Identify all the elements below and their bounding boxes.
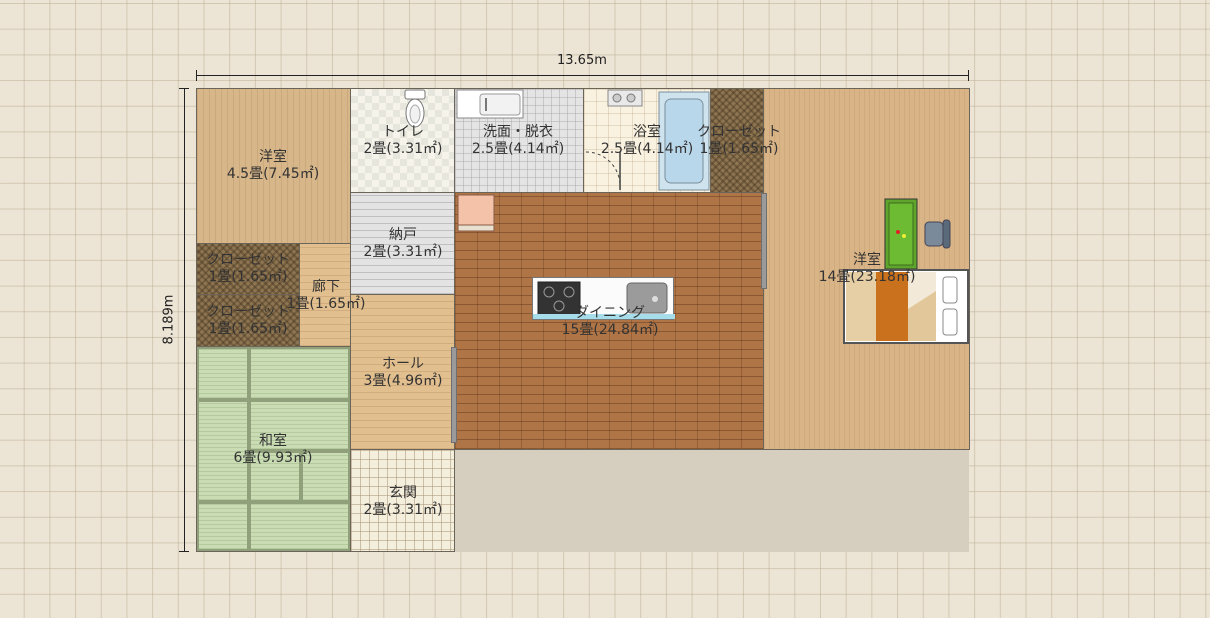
room-name: 和室 <box>258 433 287 449</box>
room-name: ホール <box>381 356 424 372</box>
label-closet-1: クローゼット 1畳(1.65㎡) <box>206 252 290 286</box>
room-size: 2畳(3.31㎡) <box>363 244 443 260</box>
room-size: 1畳(1.65㎡) <box>208 321 288 337</box>
room-size: 3畳(4.96㎡) <box>363 373 443 389</box>
room-name: 洋室 <box>259 149 287 165</box>
room-size: 2.5畳(4.14㎡) <box>600 141 694 157</box>
tatami-mat <box>197 502 249 551</box>
room-name: 洋室 <box>852 252 881 268</box>
tatami-mat <box>249 502 350 551</box>
tatami-mat <box>249 347 350 400</box>
room-size: 1畳(1.65㎡) <box>286 296 366 312</box>
room-name: 洗面・脱衣 <box>483 124 553 140</box>
label-hall: ホール 3畳(4.96㎡) <box>363 356 442 390</box>
label-toilet: トイレ 2畳(3.31㎡) <box>363 124 442 158</box>
door-hall[interactable] <box>451 347 457 443</box>
sink-icon <box>456 89 524 119</box>
room-name: トイレ <box>381 124 424 140</box>
label-storage: 納戸 2畳(3.31㎡) <box>363 227 442 261</box>
room-size: 1畳(1.65㎡) <box>699 141 779 157</box>
door-western-east[interactable] <box>761 193 767 289</box>
label-dining: ダイニング 15畳(24.84㎡) <box>562 305 659 339</box>
chair-icon <box>924 219 951 249</box>
label-corridor: 廊下 1畳(1.65㎡) <box>286 279 365 313</box>
room-name: クローゼット <box>697 124 781 140</box>
width-label: 13.65m <box>557 53 607 68</box>
room-size: 2畳(3.31㎡) <box>363 141 443 157</box>
faucet-icon <box>607 89 643 107</box>
room-name: ダイニング <box>574 305 645 321</box>
room-name: 廊下 <box>311 279 340 295</box>
label-closet-2: クローゼット 1畳(1.65㎡) <box>206 304 290 338</box>
room-name: クローゼット <box>206 304 290 320</box>
height-label: 8.189m <box>161 294 177 345</box>
room-size: 15畳(24.84㎡) <box>561 322 659 338</box>
outdoor-area <box>455 450 969 552</box>
room-name: 玄関 <box>388 485 417 501</box>
label-closet-top: クローゼット 1畳(1.65㎡) <box>697 124 781 158</box>
label-entrance: 玄関 2畳(3.31㎡) <box>363 485 442 519</box>
room-size: 1畳(1.65㎡) <box>208 269 288 285</box>
room-size: 4.5畳(7.45㎡) <box>226 166 320 182</box>
room-name: 納戸 <box>388 227 417 243</box>
tatami-mat <box>197 347 249 400</box>
label-bath: 浴室 2.5畳(4.14㎡) <box>601 124 693 158</box>
room-size: 6畳(9.93㎡) <box>233 450 313 466</box>
toilet-icon <box>404 89 426 128</box>
label-western-east: 洋室 14畳(23.18㎡) <box>819 252 916 286</box>
shoe-cabinet-icon <box>457 194 495 232</box>
label-western-nw: 洋室 4.5畳(7.45㎡) <box>227 149 319 183</box>
room-size: 2.5畳(4.14㎡) <box>471 141 565 157</box>
room-size: 14畳(23.18㎡) <box>818 269 916 285</box>
room-name: クローゼット <box>206 252 290 268</box>
room-size: 2畳(3.31㎡) <box>363 502 443 518</box>
label-washitsu: 和室 6畳(9.93㎡) <box>233 433 312 467</box>
room-name: 浴室 <box>633 124 661 140</box>
label-washroom: 洗面・脱衣 2.5畳(4.14㎡) <box>472 124 564 158</box>
